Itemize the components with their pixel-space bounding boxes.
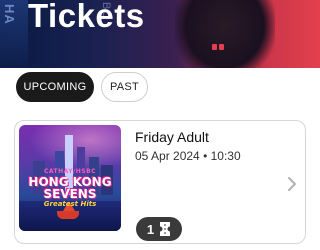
- header-badge: [212, 44, 226, 52]
- ticket-count-badge: 1: [136, 217, 182, 241]
- event-time: 10:30: [210, 149, 241, 163]
- ticket-tabs: UPCOMING PAST: [16, 72, 148, 102]
- header-background-figure: [175, 0, 275, 68]
- ticket-card[interactable]: CATHAY/HSBC HONG KONG SEVENS Greatest Hi…: [14, 120, 306, 244]
- event-datetime: 05 Apr 2024 • 10:30: [135, 149, 241, 163]
- page-title: Tickets: [28, 0, 145, 34]
- header-side-text: HA: [2, 4, 17, 25]
- poster-subtitle: Greatest Hits: [43, 200, 97, 208]
- event-date: 05 Apr 2024: [135, 149, 200, 163]
- header-banner: HA BO Tickets: [0, 0, 320, 68]
- chevron-right-icon[interactable]: [285, 175, 299, 193]
- event-title: Friday Adult: [135, 129, 209, 145]
- ticket-icon: [160, 222, 171, 236]
- event-poster: CATHAY/HSBC HONG KONG SEVENS Greatest Hi…: [19, 125, 121, 231]
- poster-title-line2: SEVENS: [43, 187, 97, 201]
- tab-upcoming[interactable]: UPCOMING: [16, 72, 94, 102]
- datetime-separator: •: [203, 149, 208, 163]
- ticket-count: 1: [146, 221, 155, 237]
- tab-past[interactable]: PAST: [101, 72, 148, 102]
